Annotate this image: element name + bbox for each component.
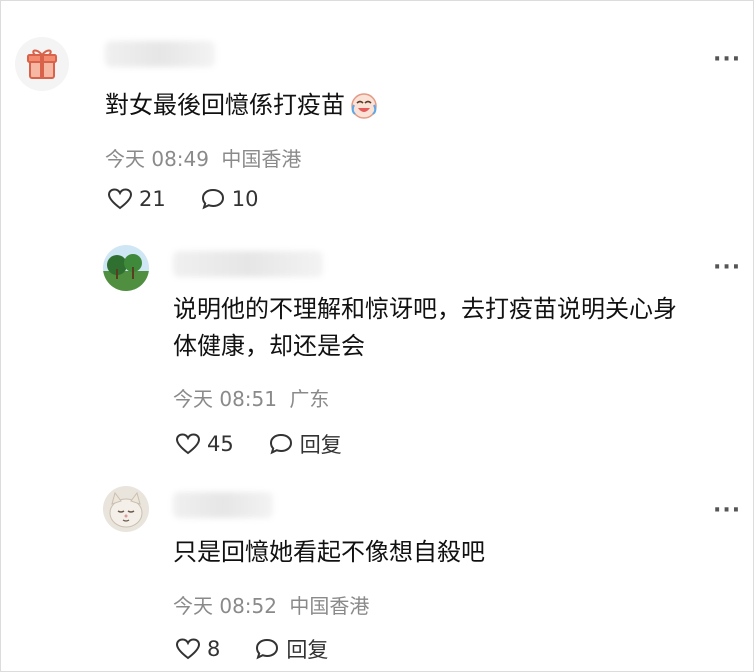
location: 广东: [289, 387, 330, 411]
like-button[interactable]: 45: [175, 432, 234, 456]
like-count: 21: [139, 187, 166, 211]
comment-meta: 今天 08:49 中国香港: [105, 143, 301, 172]
comment-1: ··· 對女最後回憶係打疫苗 今天 08:49 中国香港 21 10: [1, 1, 753, 231]
comment-content-line-1: 说明他的不理解和惊讶吧，去打疫苗说明关心身: [173, 295, 677, 323]
comment-meta: 今天 08:51 广东: [173, 383, 329, 412]
cat-avatar-image: [103, 486, 149, 532]
landscape-avatar[interactable]: [103, 245, 149, 291]
comment-text: 说明他的不理解和惊讶吧，去打疫苗说明关心身 体健康，却还是会: [173, 291, 677, 365]
comment-3: ··· 只是回憶她看起不像想自殺吧 今天 08:52 中国香港 8 回复: [1, 476, 753, 671]
comment-bubble-icon: [256, 638, 279, 660]
heart-icon: [175, 433, 201, 455]
heart-icon: [107, 188, 133, 210]
more-options-icon[interactable]: ···: [713, 500, 741, 522]
like-count: 45: [207, 432, 234, 456]
timestamp: 今天 08:52: [173, 594, 277, 618]
gift-icon: [27, 49, 57, 79]
like-button[interactable]: 21: [107, 187, 166, 211]
reply-button[interactable]: 10: [200, 187, 259, 211]
reply-count: 10: [231, 187, 259, 211]
comment-text: 對女最後回憶係打疫苗: [105, 87, 379, 124]
like-count: 8: [207, 637, 221, 661]
username-blurred[interactable]: [105, 41, 215, 67]
comment-content: 對女最後回憶係打疫苗: [105, 91, 345, 119]
comments-panel: ··· 對女最後回憶係打疫苗 今天 08:49 中国香港 21 10 ··· 说…: [0, 0, 754, 672]
reply-label: 回复: [286, 638, 329, 662]
more-options-icon[interactable]: ···: [713, 49, 741, 71]
comment-bubble-icon: [269, 433, 292, 455]
comment-actions: 8 回复: [175, 634, 362, 664]
reply-label: 回复: [299, 433, 342, 457]
comment-2: ··· 说明他的不理解和惊讶吧，去打疫苗说明关心身 体健康，却还是会 今天 08…: [1, 231, 753, 476]
location: 中国香港: [289, 594, 370, 618]
heart-icon: [175, 638, 201, 660]
timestamp: 今天 08:49: [105, 147, 209, 171]
reply-button[interactable]: 回复: [268, 429, 342, 459]
comment-text: 只是回憶她看起不像想自殺吧: [173, 534, 485, 571]
more-options-icon[interactable]: ···: [713, 257, 741, 279]
comment-bubble-icon: [201, 188, 224, 210]
username-blurred[interactable]: [173, 492, 273, 518]
comment-actions: 45 回复: [175, 429, 376, 459]
cat-avatar[interactable]: [103, 486, 149, 532]
landscape-avatar-image: [103, 245, 149, 291]
comment-meta: 今天 08:52 中国香港: [173, 590, 369, 619]
comment-content-line-2: 体健康，却还是会: [173, 332, 365, 360]
location: 中国香港: [221, 147, 302, 171]
comment-actions: 21 10: [107, 187, 292, 211]
reply-button[interactable]: 回复: [254, 634, 328, 664]
cry-laugh-emoji-icon: [351, 92, 377, 119]
comment-content: 只是回憶她看起不像想自殺吧: [173, 538, 485, 566]
username-blurred[interactable]: [173, 251, 323, 277]
timestamp: 今天 08:51: [173, 387, 277, 411]
gift-avatar[interactable]: [15, 37, 69, 91]
like-button[interactable]: 8: [175, 637, 220, 661]
